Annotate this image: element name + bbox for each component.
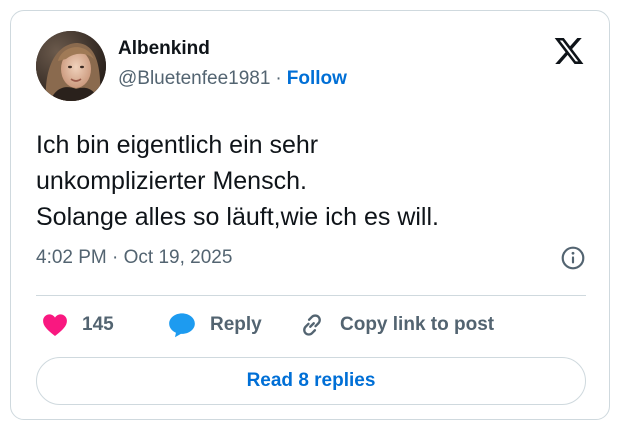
copy-link-label: Copy link to post — [340, 314, 495, 335]
read-replies-label: Read 8 replies — [246, 370, 376, 391]
avatar-image — [36, 31, 106, 101]
tweet-text-line: Solange alles so läuft,wie ich es will. — [36, 203, 439, 231]
author-info: Albenkind @Bluetenfee1981 · Follow — [118, 37, 347, 91]
reply-label: Reply — [210, 314, 262, 335]
like-button[interactable]: 145 — [42, 301, 114, 349]
tweet-text-line: Ich bin eigentlich ein sehr — [36, 131, 319, 159]
author-display-name[interactable]: Albenkind — [118, 37, 347, 61]
tweet-text: Ich bin eigentlich ein sehr unkomplizier… — [36, 127, 586, 235]
x-logo-icon[interactable] — [552, 35, 586, 67]
handle-row: @Bluetenfee1981 · Follow — [118, 67, 347, 91]
link-icon — [303, 314, 321, 336]
read-replies-button[interactable]: Read 8 replies — [36, 357, 586, 405]
heart-icon — [43, 314, 67, 337]
divider — [36, 295, 586, 296]
action-bar: 145 Reply Copy link to post — [36, 301, 586, 349]
speech-bubble-icon — [169, 313, 195, 338]
reply-button[interactable]: Reply — [168, 301, 262, 349]
tweet-text-line: unkomplizierter Mensch. — [36, 167, 307, 195]
tweet-card: Albenkind @Bluetenfee1981 · Follow Ich bin… — [10, 10, 610, 420]
tweet-meta: 4:02 PM · Oct 19, 2025 — [36, 243, 586, 273]
copy-link-button[interactable]: Copy link to post — [298, 301, 494, 349]
timestamp[interactable]: 4:02 PM · Oct 19, 2025 — [36, 247, 232, 268]
info-icon[interactable] — [560, 245, 586, 271]
avatar[interactable] — [36, 31, 106, 101]
tweet-header: Albenkind @Bluetenfee1981 · Follow — [36, 31, 586, 101]
author-handle[interactable]: @Bluetenfee1981 — [118, 68, 270, 89]
like-count: 145 — [82, 314, 114, 335]
follow-button[interactable]: Follow — [287, 68, 347, 89]
separator-dot: · — [275, 68, 282, 89]
